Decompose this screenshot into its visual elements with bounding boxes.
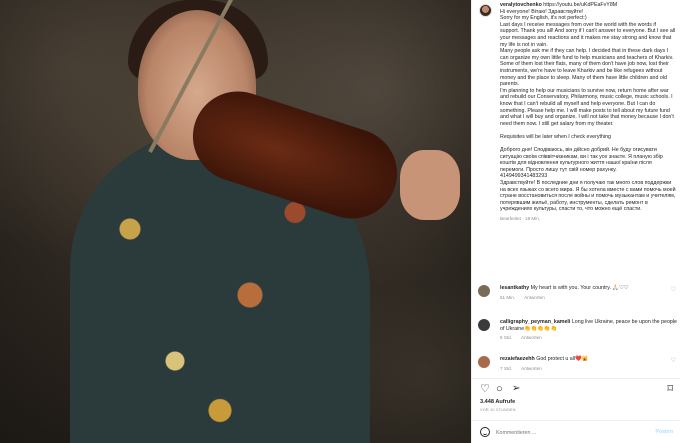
comment-username[interactable]: lesantkathy bbox=[500, 285, 529, 291]
comment-time: 51 Min. bbox=[500, 294, 516, 300]
bookmark-icon[interactable]: ⌑ bbox=[667, 383, 673, 395]
caption-line: Last days I receive messages from over t… bbox=[500, 21, 676, 48]
comment-username[interactable]: calligraphy_peyman_kameli bbox=[500, 319, 570, 325]
caption-ukrainian: Доброго дня! Сподіваюсь, він дійсно добр… bbox=[500, 147, 663, 173]
comment-like-icon[interactable]: ♡ bbox=[671, 287, 676, 294]
heart-icon[interactable]: ♡ bbox=[480, 383, 490, 395]
caption-username[interactable]: veralytovchenko bbox=[500, 2, 542, 8]
comment-like-icon[interactable]: ♡ bbox=[671, 321, 676, 328]
comment-avatar[interactable] bbox=[478, 319, 490, 331]
caption-line: Hi everyone! Вітаю! Здравствуйте! bbox=[500, 8, 584, 15]
comment-text: My heart is with you. Your country. 🙏🏻♡♡ bbox=[530, 285, 629, 291]
caption-line: I'm planning to help our musicians to su… bbox=[500, 87, 674, 127]
comment-input[interactable] bbox=[496, 427, 646, 438]
comment-icon[interactable]: ○ bbox=[496, 383, 503, 395]
post-sidebar: veralytovchenko https://youtu.be/uKdPEaF… bbox=[471, 0, 680, 443]
comment-time: 7 Std. bbox=[500, 365, 513, 371]
comment-username[interactable]: rezaiefaezehh bbox=[500, 356, 535, 362]
caption-russian: Здравствуйте! В последние дни я получаю … bbox=[500, 180, 676, 213]
post-comment-button[interactable]: Posten bbox=[655, 429, 673, 435]
post-actions-bar: ♡ ○ ➢ ⌑ bbox=[472, 378, 680, 398]
author-avatar[interactable] bbox=[479, 4, 492, 17]
comment: calligraphy_peyman_kameli Long live Ukra… bbox=[478, 319, 678, 342]
add-comment-bar: Posten bbox=[472, 420, 680, 443]
comment-avatar[interactable] bbox=[478, 356, 490, 368]
video-player[interactable] bbox=[0, 0, 471, 443]
comment: rezaiefaezehh God protect u all❤️🙀 7 Std… bbox=[478, 356, 678, 372]
comments-scroll-area[interactable]: veralytovchenko https://youtu.be/uKdPEaF… bbox=[472, 2, 680, 378]
comment-reply-button[interactable]: Antworten bbox=[521, 335, 542, 340]
post-timestamp: VOR 10 STUNDEN bbox=[480, 408, 516, 412]
post-caption: veralytovchenko https://youtu.be/uKdPEaF… bbox=[500, 2, 676, 223]
caption-link[interactable]: https://youtu.be/uKdPEaFvY8M bbox=[543, 2, 617, 8]
caption-line: Sorry for my English, it's not perfect:) bbox=[500, 15, 587, 22]
comment-reply-button[interactable]: Antworten bbox=[524, 295, 545, 300]
caption-requisites: Requisites will be later when I check ev… bbox=[500, 133, 611, 140]
caption-meta: Bearbeitet · 18 Min. bbox=[500, 216, 541, 221]
comment-avatar[interactable] bbox=[478, 285, 490, 297]
caption-line: Many people ask me if they can help. I d… bbox=[500, 48, 674, 88]
comment-like-icon[interactable]: ♡ bbox=[671, 358, 676, 365]
emoji-icon[interactable] bbox=[480, 427, 490, 437]
comment-time: 5 Std. bbox=[500, 335, 513, 341]
paper-plane-icon[interactable]: ➢ bbox=[512, 383, 520, 395]
comment-text: God protect u all❤️🙀 bbox=[536, 356, 589, 362]
comment: lesantkathy My heart is with you. Your c… bbox=[478, 285, 678, 301]
view-count[interactable]: 3.448 Aufrufe bbox=[480, 399, 515, 405]
instagram-post-view: veralytovchenko https://youtu.be/uKdPEaF… bbox=[0, 0, 680, 443]
video-subject-hand bbox=[400, 150, 460, 220]
comment-reply-button[interactable]: Antworten bbox=[521, 366, 542, 371]
